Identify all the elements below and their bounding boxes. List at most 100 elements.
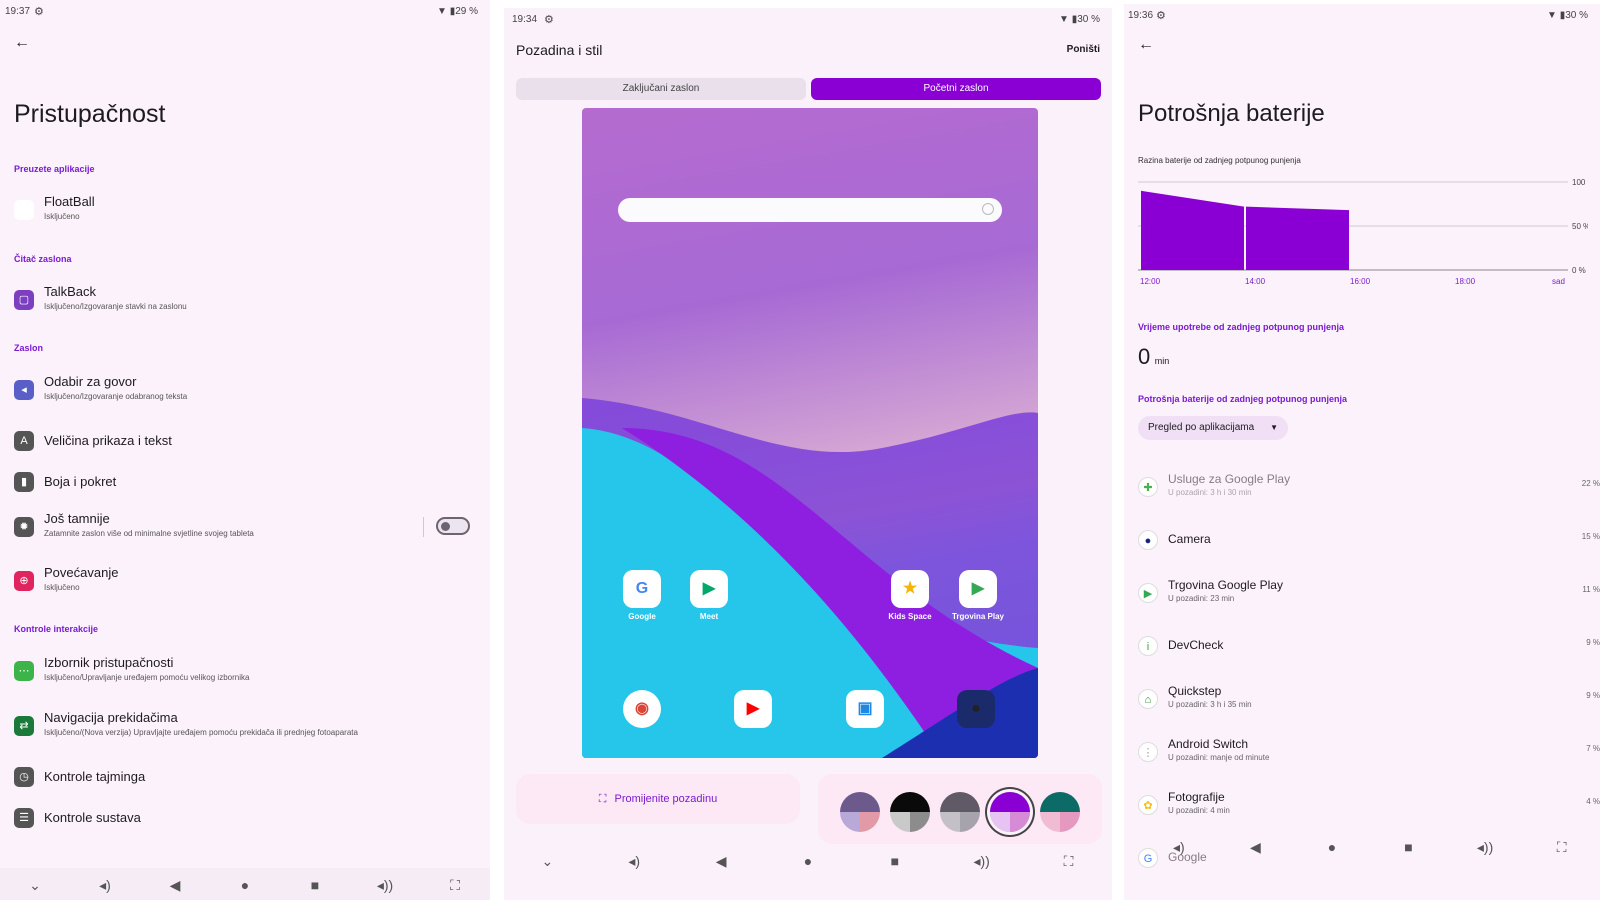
list-item-display-size[interactable]: A Veličina prikaza i tekst (14, 423, 482, 459)
app-usage-percent: 15 % (1581, 532, 1600, 541)
app-name: Android Switch (1168, 737, 1249, 751)
wallpaper-edit-icon: ⛶ (598, 793, 607, 805)
dock-chrome[interactable]: ◉ (606, 690, 678, 728)
item-subtitle: Isključeno/Upravljanje uređajem pomoću v… (44, 673, 250, 682)
recents-nav-icon[interactable]: ■ (304, 877, 326, 893)
volume-up-icon[interactable]: ◂)) (1474, 839, 1496, 856)
swatch-segment (840, 812, 860, 832)
dock-youtube[interactable]: ▶ (717, 690, 789, 728)
app-usage-row[interactable]: ✿ Fotografije U pozadini: 4 min 4 % (1138, 788, 1600, 822)
consumption-label: Potrošnja baterije od zadnjeg potpunog p… (1138, 394, 1348, 404)
volume-down-icon[interactable]: ◂) (1168, 839, 1190, 856)
home-nav-icon[interactable]: ● (234, 877, 256, 893)
section-interaction-controls: Kontrole interakcije (14, 624, 99, 634)
back-arrow-icon[interactable]: ← (14, 34, 30, 52)
volume-up-icon[interactable]: ◂)) (374, 877, 396, 894)
timing-icon: ◷ (14, 767, 34, 787)
item-subtitle: Zatamnite zaslon više od minimalne svjet… (44, 529, 254, 538)
home-nav-icon[interactable]: ● (1321, 839, 1343, 855)
app-usage-row[interactable]: ⌂ Quickstep U pozadini: 3 h i 35 min 9 % (1138, 682, 1600, 716)
item-subtitle: Isključeno (44, 583, 80, 592)
volume-down-icon[interactable]: ◂) (94, 877, 116, 894)
lens-icon[interactable] (982, 203, 994, 215)
screenshot-icon[interactable]: ⛶ (1057, 853, 1079, 870)
toggle-divider (423, 517, 424, 537)
wallpaper-preview[interactable]: G Google ▶ Meet ★ Kids Space ▶ Trgovina … (582, 108, 1038, 758)
color-swatch[interactable] (940, 792, 980, 832)
home-nav-icon[interactable]: ● (797, 853, 819, 869)
volume-down-icon[interactable]: ◂) (623, 853, 645, 870)
color-swatch[interactable] (990, 792, 1030, 832)
color-swatch[interactable] (840, 792, 880, 832)
change-wallpaper-button[interactable]: ⛶ Promijenite pozadinu (516, 774, 800, 824)
x-tick-label: 18:00 (1455, 277, 1476, 286)
swatch-segment (940, 812, 960, 832)
back-nav-icon[interactable]: ◀ (164, 877, 186, 894)
list-item-extra-dim[interactable]: ✹ Još tamnije Zatamnite zaslon više od m… (14, 509, 482, 545)
google-folder-icon: G (623, 570, 661, 608)
status-time: 19:34 (512, 14, 538, 25)
x-tick-label: 16:00 (1350, 277, 1371, 286)
back-nav-icon[interactable]: ◀ (710, 853, 732, 870)
magnification-icon: ⊕ (14, 571, 34, 591)
list-item-talkback[interactable]: ▢ TalkBack Isključeno/Izgovaranje stavki… (14, 282, 482, 318)
app-meet[interactable]: ▶ Meet (673, 570, 745, 621)
tab-home-screen[interactable]: Početni zaslon (811, 78, 1101, 100)
item-title: FloatBall (44, 194, 95, 209)
app-name: Quickstep (1168, 684, 1222, 698)
list-item-floatball[interactable]: FloatBall Isključeno (14, 192, 482, 228)
extra-dim-toggle[interactable] (436, 517, 470, 535)
app-background-time: U pozadini: manje od minute (1168, 753, 1270, 762)
usage-unit: min (1154, 356, 1170, 366)
files-icon: ▣ (846, 690, 884, 728)
swatch-segment (890, 812, 910, 832)
color-swatch[interactable] (890, 792, 930, 832)
view-by-apps-dropdown[interactable]: Pregled po aplikacijama ▼ (1138, 416, 1288, 440)
app-usage-percent: 9 % (1586, 691, 1600, 700)
list-item-color-motion[interactable]: ▮ Boja i pokret (14, 464, 482, 500)
list-item-select-to-speak[interactable]: ◂ Odabir za govor Isključeno/Izgovaranje… (14, 372, 482, 408)
app-background-time: U pozadini: 3 h i 35 min (1168, 700, 1252, 709)
item-title: Izbornik pristupačnosti (44, 655, 174, 670)
page-title: Potrošnja baterije (1138, 100, 1325, 127)
color-motion-icon: ▮ (14, 472, 34, 492)
color-swatch[interactable] (1040, 792, 1080, 832)
list-item-accessibility-menu[interactable]: ⋯ Izbornik pristupačnosti Isključeno/Upr… (14, 653, 482, 689)
status-time: 19:36 (1128, 10, 1154, 21)
app-background-time: U pozadini: 3 h i 30 min (1168, 488, 1252, 497)
chevron-down-icon: ▼ (1270, 423, 1278, 432)
app-usage-row[interactable]: ▶ Trgovina Google Play U pozadini: 23 min 1… (1138, 576, 1600, 610)
app-usage-row[interactable]: i DevCheck 9 % (1138, 629, 1600, 663)
volume-up-icon[interactable]: ◂)) (971, 853, 993, 870)
app-label: Google (628, 612, 656, 621)
app-play-store[interactable]: ▶ Trgovina Play (942, 570, 1014, 621)
app-usage-row[interactable]: ⋮ Android Switch U pozadini: manje od minu… (1138, 735, 1600, 769)
app-google[interactable]: G Google (606, 570, 678, 621)
section-screen-reader: Čitač zaslona (14, 254, 72, 264)
item-title: Kontrole tajminga (44, 769, 146, 784)
dock-files[interactable]: ▣ (829, 690, 901, 728)
cancel-button[interactable]: Poništi (1067, 44, 1100, 55)
back-arrow-icon[interactable]: ← (1138, 36, 1154, 54)
app-usage-row[interactable]: ✚ Usluge za Google Play U pozadini: 3 h i … (1138, 470, 1600, 504)
list-item-system-controls[interactable]: ☰ Kontrole sustava (14, 800, 482, 836)
collapse-icon[interactable]: ⌄ (536, 853, 558, 870)
app-usage-percent: 9 % (1586, 638, 1600, 647)
app-usage-row[interactable]: ● Camera 15 % (1138, 523, 1600, 557)
back-nav-icon[interactable]: ◀ (1244, 839, 1266, 856)
list-item-switch-access[interactable]: ⇄ Navigacija prekidačima Isključeno/(Nov… (14, 708, 482, 744)
search-bar[interactable] (618, 198, 1002, 222)
collapse-icon[interactable]: ⌄ (24, 877, 46, 894)
screenshot-icon[interactable]: ⛶ (1551, 839, 1573, 856)
dock-camera[interactable]: ● (940, 690, 1012, 728)
recents-nav-icon[interactable]: ■ (1398, 839, 1420, 855)
tab-lock-screen[interactable]: Zaključani zaslon (516, 78, 806, 100)
app-kids-space[interactable]: ★ Kids Space (874, 570, 946, 621)
list-item-magnification[interactable]: ⊕ Povećavanje Isključeno (14, 563, 482, 599)
settings-gear-icon: ⚙ (1156, 10, 1166, 22)
status-indicators: ▼ ▮30 % (1547, 10, 1588, 21)
app-icon: ⌂ (1138, 689, 1158, 709)
recents-nav-icon[interactable]: ■ (884, 853, 906, 869)
list-item-timing-controls[interactable]: ◷ Kontrole tajminga (14, 759, 482, 795)
screenshot-icon[interactable]: ⛶ (444, 877, 466, 894)
